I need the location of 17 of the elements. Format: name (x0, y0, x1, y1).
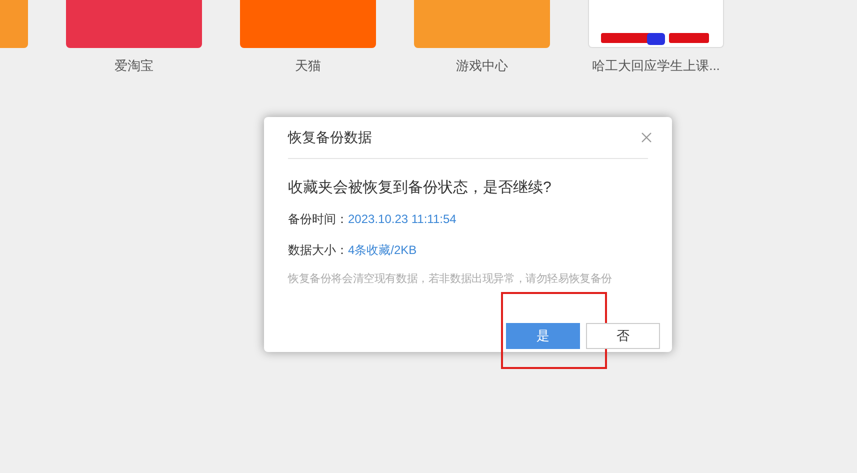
tile-label: 游戏中心 (456, 57, 508, 75)
warning-text: 恢复备份将会清空现有数据，若非数据出现异常，请勿轻易恢复备份 (288, 272, 614, 286)
tile-label: 哈工大回应学生上课... (592, 57, 720, 75)
detail-value: 4条收藏/2KB (348, 242, 417, 258)
app-tile[interactable] (588, 0, 724, 48)
detail-label: 数据大小： (288, 242, 348, 258)
close-icon[interactable] (641, 132, 652, 143)
tile-label: 爱淘宝 (114, 57, 154, 75)
dialog-question: 收藏夹会被恢复到备份状态，是否继续? (288, 178, 552, 198)
app-tile[interactable] (240, 0, 376, 48)
cancel-button[interactable]: 否 (586, 323, 660, 349)
detail-value: 2023.10.23 11:11:54 (348, 210, 456, 228)
dialog-title: 恢复备份数据 (288, 128, 372, 147)
tile-label: 天猫 (295, 57, 321, 75)
app-tile[interactable] (66, 0, 202, 48)
app-tile[interactable] (414, 0, 550, 48)
detail-label: 备份时间： (288, 210, 348, 228)
